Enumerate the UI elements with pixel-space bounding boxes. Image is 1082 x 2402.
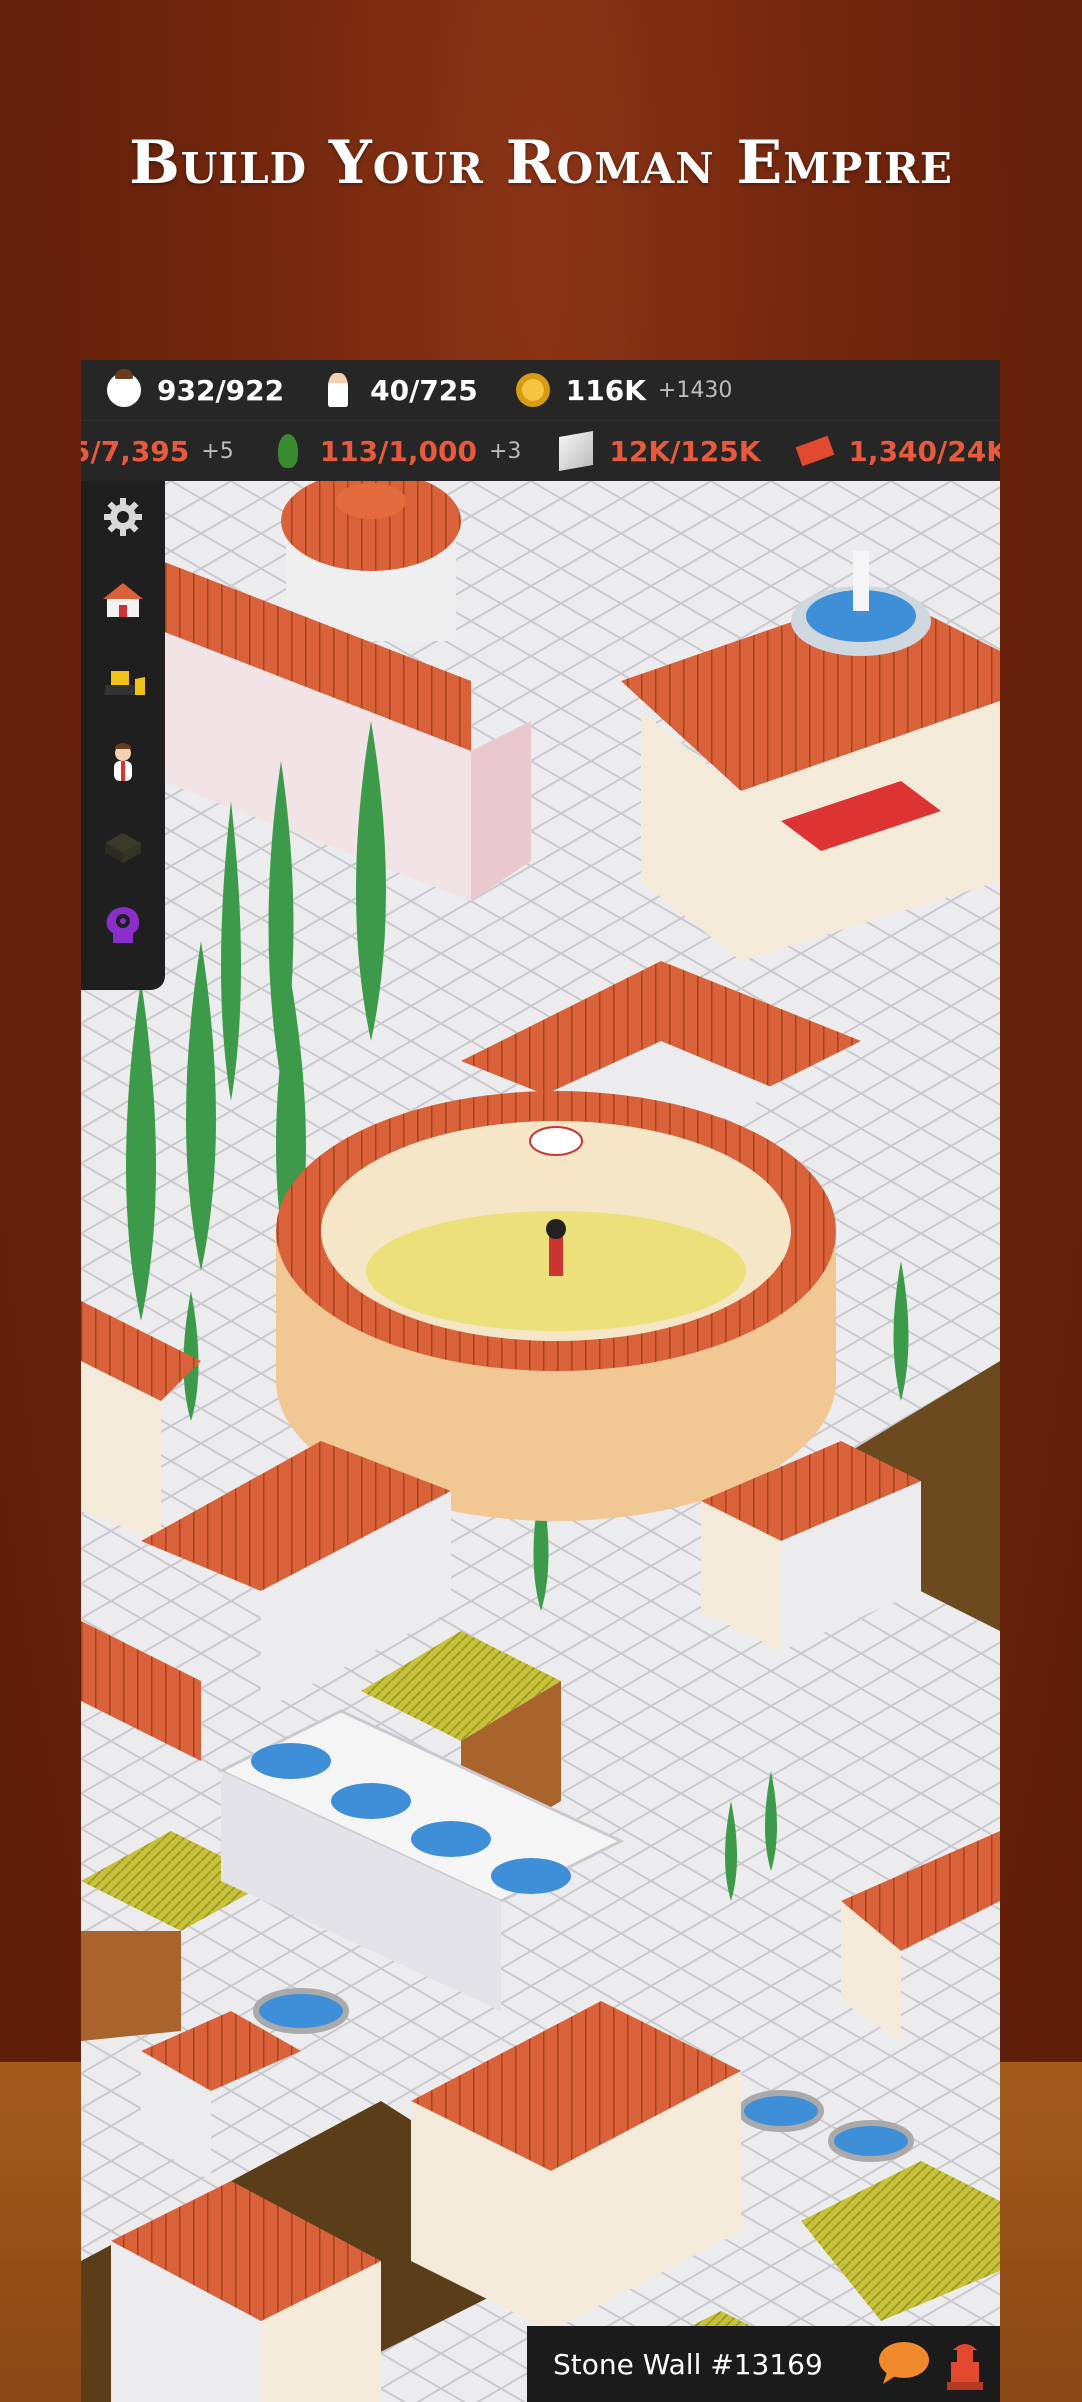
water-value: 5/7,395 — [81, 434, 190, 468]
worker-value: 40/725 — [370, 373, 478, 407]
tool-sidebar — [81, 481, 165, 990]
round-temple[interactable] — [281, 481, 461, 641]
coin-delta: +1430 — [657, 377, 733, 403]
headline: Build Your Roman Empire — [129, 128, 953, 198]
storage-button[interactable] — [97, 819, 149, 871]
settings-button[interactable] — [97, 491, 149, 543]
resource-row-secondary[interactable]: 5/7,395 +5 113/1,000 +3 12K/125K 1,340/2… — [81, 420, 1000, 481]
research-button[interactable] — [97, 901, 149, 953]
citizens-button[interactable] — [97, 737, 149, 789]
city-map[interactable] — [81, 481, 1000, 2402]
population-stat[interactable]: 932/922 — [107, 369, 285, 407]
resource-bar: 932/922 40/725 116K +1430 5/7,395 +5 113… — [81, 360, 1000, 481]
brick-icon — [796, 435, 835, 467]
demolish-button[interactable] — [97, 655, 149, 707]
worker-stat[interactable]: 40/725 — [322, 373, 478, 407]
brick-stat[interactable]: 1,340/24K + — [796, 434, 1000, 468]
food-value: 113/1,000 — [319, 434, 477, 468]
stone-stat[interactable]: 12K/125K — [559, 431, 761, 471]
storage-icon — [105, 833, 141, 863]
build-button[interactable] — [97, 573, 149, 625]
game-screen[interactable]: 932/922 40/725 116K +1430 5/7,395 +5 113… — [81, 360, 1000, 2402]
build-house-icon — [103, 583, 143, 617]
food-delta: +3 — [488, 438, 522, 464]
brick-value: 1,340/24K — [848, 434, 1000, 468]
research-brain-icon — [106, 907, 139, 943]
food-icon — [277, 434, 298, 468]
selection-footer[interactable]: Stone Wall #13169 — [527, 2326, 1000, 2402]
food-stat[interactable]: 113/1,000 +3 — [272, 434, 522, 468]
builder-worker-icon[interactable] — [941, 2336, 989, 2392]
population-value: 932/922 — [157, 373, 285, 407]
coin-icon — [515, 373, 550, 407]
settings-gear-icon — [104, 498, 142, 536]
population-icon — [107, 369, 141, 407]
resource-row-primary: 932/922 40/725 116K +1430 — [81, 360, 770, 420]
coin-stat[interactable]: 116K +1430 — [515, 373, 733, 407]
water-delta: +5 — [201, 438, 234, 464]
worker-icon — [328, 373, 349, 407]
chat-bubble-icon[interactable] — [877, 2340, 931, 2386]
selected-building-label: Stone Wall #13169 — [553, 2347, 823, 2381]
coin-value: 116K — [565, 373, 646, 407]
citizen-icon — [114, 743, 132, 781]
stone-icon — [559, 431, 594, 471]
water-stat[interactable]: 5/7,395 +5 — [81, 435, 234, 468]
stone-value: 12K/125K — [609, 434, 761, 468]
bulldozer-icon — [105, 671, 145, 695]
